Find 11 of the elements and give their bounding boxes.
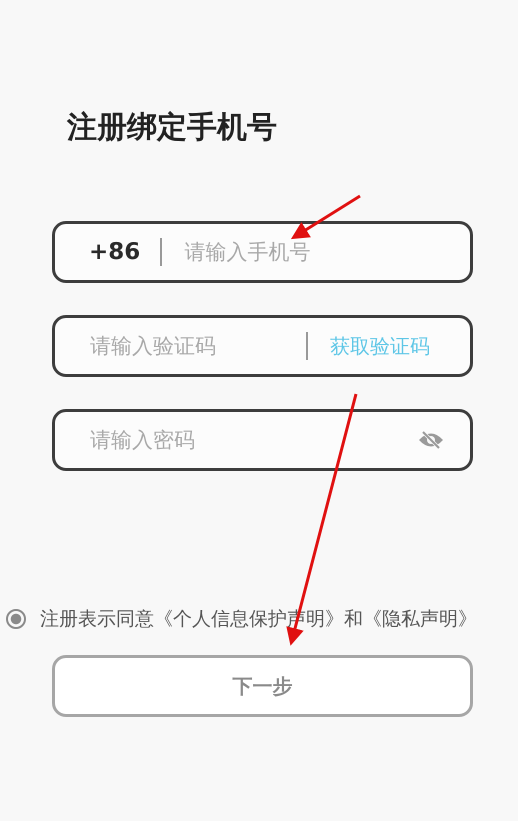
eye-slash-icon[interactable] — [418, 430, 444, 450]
page-title: 注册绑定手机号 — [67, 109, 278, 147]
get-code-link[interactable]: 获取验证码 — [330, 332, 430, 360]
code-field[interactable]: 请输入验证码 获取验证码 — [52, 315, 473, 377]
radio-button[interactable] — [6, 609, 26, 629]
country-code[interactable]: +86 — [89, 239, 140, 265]
annotation-arrow — [290, 194, 361, 240]
phone-field[interactable]: +86 请输入手机号 — [52, 221, 473, 283]
next-button[interactable]: 下一步 — [52, 655, 473, 717]
password-input[interactable]: 请输入密码 — [90, 428, 418, 452]
password-field[interactable]: 请输入密码 — [52, 409, 473, 471]
